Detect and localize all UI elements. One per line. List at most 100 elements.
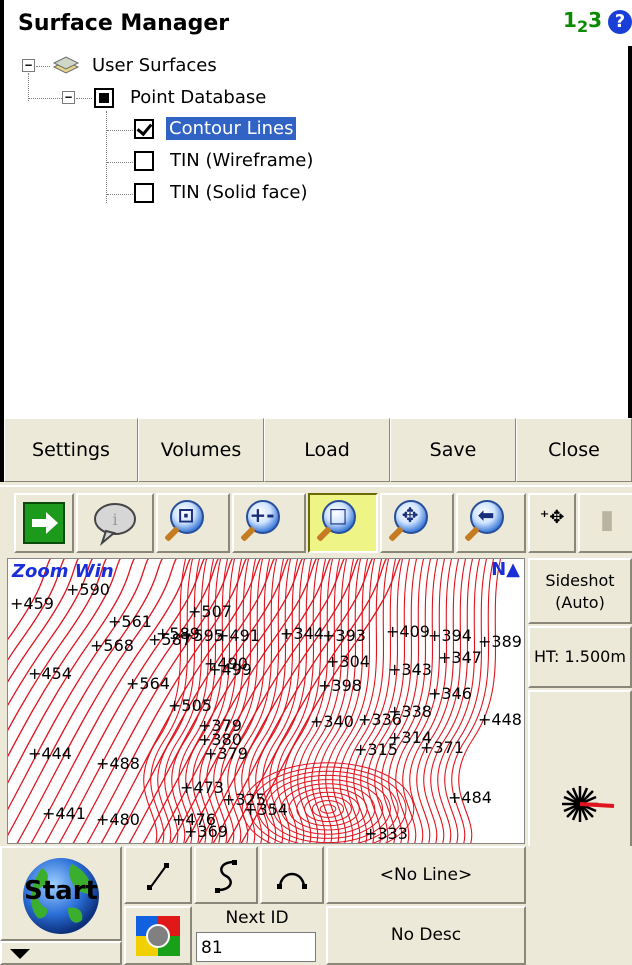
surface-manager-buttons: Settings Volumes Load Save Close — [4, 418, 632, 482]
magnifier-handle — [240, 526, 256, 542]
point-button[interactable]: ⁺✥ — [528, 493, 576, 553]
survey-point-label[interactable]: +340 — [310, 712, 354, 731]
partial-checkbox-icon[interactable] — [94, 88, 114, 108]
close-button[interactable]: Close — [516, 418, 632, 482]
survey-point-label[interactable]: +389 — [478, 632, 522, 651]
sunburst-icon — [562, 786, 615, 822]
survey-point-label[interactable]: +347 — [438, 648, 482, 667]
tree-connector — [36, 66, 50, 67]
survey-point-label[interactable]: +448 — [478, 710, 522, 729]
survey-point-label[interactable]: +354 — [244, 800, 288, 819]
line-icon — [147, 863, 169, 890]
survey-point-label[interactable]: +344 — [280, 624, 324, 643]
arc-tool-button[interactable] — [260, 846, 324, 904]
next-arrow-icon — [23, 502, 65, 544]
survey-point-label[interactable]: +590 — [66, 580, 110, 599]
survey-point-label[interactable]: +488 — [96, 754, 140, 773]
survey-point-label[interactable]: +473 — [180, 778, 224, 797]
info-balloon-icon: i — [94, 503, 136, 547]
start-button[interactable]: Start — [0, 846, 122, 941]
survey-point-label[interactable]: +507 — [188, 602, 232, 621]
survey-point-label[interactable]: +409 — [386, 622, 430, 641]
next-id-input[interactable]: 81 — [196, 932, 316, 962]
survey-point-label[interactable]: +564 — [126, 674, 170, 693]
survey-point-label[interactable]: +505 — [168, 696, 212, 715]
start-menu-dropdown[interactable] — [0, 941, 122, 965]
settings-button[interactable]: Settings — [4, 418, 138, 482]
load-button[interactable]: Load — [264, 418, 390, 482]
plus-minus-glyph: +- — [249, 503, 275, 527]
right-panel: Sideshot (Auto) HT: 1.500m — [528, 558, 632, 848]
sideshot-button[interactable]: Sideshot (Auto) — [528, 558, 632, 624]
no-line-button[interactable]: <No Line> — [326, 846, 526, 904]
next-button[interactable] — [14, 493, 74, 553]
surface-manager-window: Surface Manager 123 ? − User Surfaces − … — [0, 0, 632, 482]
map-view[interactable]: +459 +590 +507 +561 +589 +491 +568 +587 +595 +490… — [7, 558, 525, 844]
tree-connector — [28, 73, 29, 101]
tin-solid-checkbox[interactable] — [134, 183, 154, 203]
color-button[interactable] — [124, 906, 192, 965]
zoom-in-out-button[interactable]: +- — [232, 493, 306, 553]
tree-item-tin-wireframe[interactable]: TIN (Wireframe) — [170, 150, 313, 171]
chevron-down-icon — [10, 949, 30, 959]
tree-item-tin-solid[interactable]: TIN (Solid face) — [170, 182, 307, 203]
svg-text:i: i — [112, 510, 117, 529]
survey-point-label[interactable]: +454 — [28, 664, 72, 683]
description-button[interactable]: No Desc — [326, 906, 526, 965]
survey-point-label[interactable]: +304 — [326, 652, 370, 671]
contour-lines-checkbox[interactable] — [134, 119, 154, 139]
magnifier-handle — [316, 526, 332, 542]
help-icon[interactable]: ? — [608, 10, 632, 34]
volumes-button[interactable]: Volumes — [138, 418, 264, 482]
collapse-icon[interactable]: − — [22, 59, 35, 72]
survey-point-label[interactable]: +379 — [204, 744, 248, 763]
survey-point-label[interactable]: +480 — [96, 810, 140, 829]
pan-glyph: ✥ — [401, 503, 419, 527]
save-button[interactable]: Save — [390, 418, 516, 482]
survey-point-label[interactable]: +369 — [184, 822, 228, 841]
magnifier-handle — [464, 526, 480, 542]
shot-indicator[interactable] — [528, 690, 632, 848]
window-glyph: □ — [328, 503, 348, 527]
zoom-extents-button[interactable]: ⊡ — [156, 493, 230, 553]
survey-point-label[interactable]: +499 — [208, 660, 252, 679]
survey-point-label[interactable]: +568 — [90, 636, 134, 655]
survey-point-label[interactable]: +398 — [318, 676, 362, 695]
surfaces-layer-icon — [52, 55, 80, 77]
survey-point-label[interactable]: +444 — [28, 744, 72, 763]
info-button[interactable]: i — [76, 493, 154, 553]
tree-child-label[interactable]: Point Database — [130, 87, 266, 108]
sideshot-mode: (Auto) — [555, 593, 605, 612]
instrument-height-button[interactable]: HT: 1.500m — [528, 626, 632, 688]
survey-point-label[interactable]: +441 — [42, 804, 86, 823]
color-palette-icon — [136, 916, 180, 956]
survey-point-label[interactable]: +338 — [388, 702, 432, 721]
input-mode-indicator[interactable]: 123 — [563, 8, 602, 36]
survey-point-label[interactable]: +484 — [448, 788, 492, 807]
survey-point-label[interactable]: +459 — [10, 594, 54, 613]
tin-wireframe-checkbox[interactable] — [134, 151, 154, 171]
map-toolbar: i ⊡ +- □ ✥ ⬅ ⁺✥ ▮ — [0, 485, 632, 557]
zoom-previous-button[interactable]: ⬅ — [456, 493, 526, 553]
instrument-button[interactable]: ▮ — [578, 493, 632, 553]
survey-point-label[interactable]: +333 — [364, 824, 408, 843]
survey-point-label[interactable]: +595 — [180, 626, 224, 645]
tree-root-label[interactable]: User Surfaces — [92, 55, 217, 76]
survey-point-label[interactable]: +393 — [322, 626, 366, 645]
survey-point-label[interactable]: +394 — [428, 626, 472, 645]
line-tool-button[interactable] — [124, 846, 192, 904]
pan-button[interactable]: ✥ — [380, 493, 454, 553]
collapse-icon[interactable]: − — [62, 91, 75, 104]
survey-point-label[interactable]: +343 — [388, 660, 432, 679]
survey-point-label[interactable]: +346 — [428, 684, 472, 703]
survey-point-label[interactable]: +315 — [354, 740, 398, 759]
survey-point-label[interactable]: +561 — [108, 612, 152, 631]
survey-point-label[interactable]: +371 — [420, 738, 464, 757]
tree-item-contour-lines[interactable]: Contour Lines — [166, 117, 297, 140]
map-mode-label: Zoom Win — [12, 561, 114, 582]
zoom-window-button[interactable]: □ — [308, 493, 378, 553]
sideshot-label: Sideshot — [545, 571, 615, 590]
curve-tool-button[interactable] — [194, 846, 258, 904]
tree-connector — [107, 130, 133, 131]
spline-icon — [215, 860, 237, 893]
